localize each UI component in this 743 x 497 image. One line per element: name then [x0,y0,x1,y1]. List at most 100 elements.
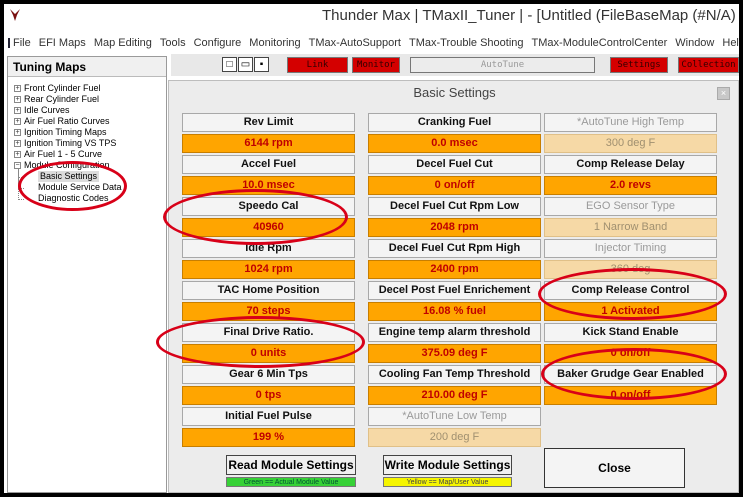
engine-temp-alarm-threshold-value[interactable]: 375.09 deg F [368,344,541,363]
expand-icon[interactable]: + [14,140,21,147]
close-button[interactable]: Close [544,448,685,488]
tree-connector [18,169,24,200]
speedo-cal-value[interactable]: 40960 [182,218,355,237]
baker-grudge-gear-enabled-value[interactable]: 0 on/off [544,386,717,405]
gear-6-min-tps-value[interactable]: 0 tps [182,386,355,405]
final-drive-ratio-value[interactable]: 0 units [182,344,355,363]
window-title: Thunder Max | TMaxII_Tuner | - [Untitled… [322,7,736,24]
link-button[interactable]: Link [287,57,348,73]
document-icon[interactable] [8,38,10,48]
expand-icon[interactable]: + [14,107,21,114]
autotune-low-temp-value: 200 deg F [368,428,541,447]
open-folder-icon[interactable]: ▭ [238,57,253,72]
decel-fuel-cut-rpm-high-value[interactable]: 2400 rpm [368,260,541,279]
rev-limit-value[interactable]: 6144 rpm [182,134,355,153]
menu-map-editing[interactable]: Map Editing [94,37,152,49]
title-bar: Thunder Max | TMaxII_Tuner | - [Untitled… [4,4,739,34]
menu-configure[interactable]: Configure [194,37,242,49]
menu-tmax-autosupport[interactable]: TMax-AutoSupport [309,37,401,49]
dialog-title: Basic Settings [413,85,496,100]
autotune-low-temp-label: *AutoTune Low Temp [368,407,541,426]
autotune-high-temp-label: *AutoTune High Temp [544,113,717,132]
injector-timing-value: 360 deg [544,260,717,279]
settings-button[interactable]: Settings [610,57,668,73]
expand-icon[interactable]: + [14,118,21,125]
expand-icon[interactable]: + [14,85,21,92]
tree-item-ignition-timing-vs-tps[interactable]: + Ignition Timing VS TPS [14,138,116,149]
decel-post-fuel-enrichement-value[interactable]: 16.08 % fuel [368,302,541,321]
toolbar: □ ▭ ▪ Link Monitor AutoTune Settings Col… [171,54,739,76]
menu-tools[interactable]: Tools [160,37,186,49]
cooling-fan-temp-threshold-label: Cooling Fan Temp Threshold [368,365,541,384]
menu-tmax-module-control-center[interactable]: TMax-ModuleControlCenter [532,37,668,49]
autotune-button[interactable]: AutoTune [410,57,595,73]
tree-item-basic-settings[interactable]: Basic Settings [38,171,100,182]
cranking-fuel-value[interactable]: 0.0 msec [368,134,541,153]
tree-item-idle-curves[interactable]: + Idle Curves [14,105,70,116]
tree-item-module-configuration[interactable]: − Module Configuration [14,160,110,171]
cranking-fuel-label: Cranking Fuel [368,113,541,132]
close-icon[interactable]: × [717,87,730,100]
save-disk-icon[interactable]: ▪ [254,57,269,72]
collection-button[interactable]: Collection [678,57,739,73]
menu-monitoring[interactable]: Monitoring [249,37,300,49]
expand-icon[interactable]: + [14,151,21,158]
tac-home-position-label: TAC Home Position [182,281,355,300]
menu-help[interactable]: Help [722,37,739,49]
collapse-icon[interactable]: − [14,162,21,169]
baker-grudge-gear-enabled-label: Baker Grudge Gear Enabled [544,365,717,384]
menu-efi-maps[interactable]: EFI Maps [39,37,86,49]
new-file-icon[interactable]: □ [222,57,237,72]
kick-stand-enable-value[interactable]: 0 on/off [544,344,717,363]
tree-item-module-service-data[interactable]: Module Service Data [38,182,122,193]
accel-fuel-label: Accel Fuel [182,155,355,174]
decel-post-fuel-enrichement-label: Decel Post Fuel Enrichement [368,281,541,300]
expand-icon[interactable]: + [14,96,21,103]
final-drive-ratio-label: Final Drive Ratio. [182,323,355,342]
expand-icon[interactable]: + [14,129,21,136]
decel-fuel-cut-value[interactable]: 0 on/off [368,176,541,195]
tree-item-ignition-timing-maps[interactable]: + Ignition Timing Maps [14,127,107,138]
ego-sensor-type-value: 1 Narrow Band [544,218,717,237]
ego-sensor-type-label: EGO Sensor Type [544,197,717,216]
decel-fuel-cut-rpm-low-value[interactable]: 2048 rpm [368,218,541,237]
rev-limit-label: Rev Limit [182,113,355,132]
read-module-settings-button[interactable]: Read Module Settings [226,455,356,475]
monitor-button[interactable]: Monitor [352,57,400,73]
accel-fuel-value[interactable]: 10.0 msec [182,176,355,195]
tree-item-air-fuel-ratio-curves[interactable]: + Air Fuel Ratio Curves [14,116,110,127]
tree-item-diagnostic-codes[interactable]: Diagnostic Codes [38,193,109,204]
initial-fuel-pulse-value[interactable]: 199 % [182,428,355,447]
decel-fuel-cut-label: Decel Fuel Cut [368,155,541,174]
tree-item-air-fuel-curve[interactable]: + Air Fuel 1 - 5 Curve [14,149,102,160]
comp-release-delay-label: Comp Release Delay [544,155,717,174]
idle-rpm-value[interactable]: 1024 rpm [182,260,355,279]
comp-release-control-value[interactable]: 1 Activated [544,302,717,321]
menu-bar: File EFI Maps Map Editing Tools Configur… [4,34,739,52]
app-logo-icon [10,9,20,21]
autotune-high-temp-value: 300 deg F [544,134,717,153]
engine-temp-alarm-threshold-label: Engine temp alarm threshold [368,323,541,342]
tuning-maps-header: Tuning Maps [8,57,166,77]
idle-rpm-label: Idle Rpm [182,239,355,258]
kick-stand-enable-label: Kick Stand Enable [544,323,717,342]
legend-green: Green == Actual Module Value [226,477,356,487]
injector-timing-label: Injector Timing [544,239,717,258]
legend-yellow: Yellow == Map/User Value [383,477,512,487]
basic-settings-dialog: Basic Settings × Rev Limit 6144 rpm Cran… [168,80,739,493]
menu-file[interactable]: File [13,37,31,49]
cooling-fan-temp-threshold-value[interactable]: 210.00 deg F [368,386,541,405]
tac-home-position-value[interactable]: 70 steps [182,302,355,321]
tree-item-rear-cylinder-fuel[interactable]: + Rear Cylinder Fuel [14,94,99,105]
decel-fuel-cut-rpm-low-label: Decel Fuel Cut Rpm Low [368,197,541,216]
menu-tmax-trouble-shooting[interactable]: TMax-Trouble Shooting [409,37,524,49]
tree-item-front-cylinder-fuel[interactable]: + Front Cylinder Fuel [14,83,101,94]
gear-6-min-tps-label: Gear 6 Min Tps [182,365,355,384]
menu-window[interactable]: Window [675,37,714,49]
speedo-cal-label: Speedo Cal [182,197,355,216]
app-window: Thunder Max | TMaxII_Tuner | - [Untitled… [4,4,739,493]
comp-release-delay-value[interactable]: 2.0 revs [544,176,717,195]
tuning-maps-panel: Tuning Maps + Front Cylinder Fuel + Rear C… [7,56,167,493]
write-module-settings-button[interactable]: Write Module Settings [383,455,512,475]
comp-release-control-label: Comp Release Control [544,281,717,300]
